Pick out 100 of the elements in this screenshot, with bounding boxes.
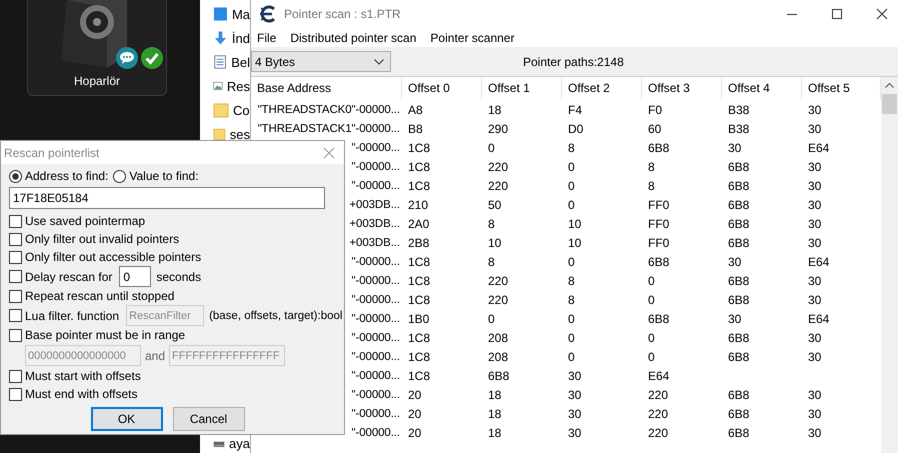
table-cell-text: B8 [407,122,424,136]
table-cell-text: D0 [567,122,584,136]
table-cell: "-00000... [352,388,400,400]
desktop-icon [213,6,228,22]
table-cell-text: 6B8 [647,312,670,326]
column-header[interactable]: Base Address [251,77,402,100]
checkbox[interactable] [9,214,22,228]
scroll-up-icon[interactable] [885,83,894,88]
explorer-item[interactable]: Co [233,102,250,118]
explorer-item[interactable]: ses [230,126,250,142]
checkbox[interactable] [9,370,22,382]
table-cell-text: 1C8 [407,140,432,154]
radio-label[interactable]: Value to find: [129,169,199,183]
table-cell-text: 30 [807,388,822,402]
column-header[interactable]: Offset 4 [722,77,802,100]
table-cell-text: 220 [487,160,510,174]
table-cell-text: 18 [487,406,502,420]
table-cell-text: 0 [567,160,576,174]
scrollbar[interactable] [881,77,898,453]
table-cell-text: 220 [647,388,670,402]
explorer-item[interactable]: Res [226,78,250,94]
table-cell-text: 30 [807,406,822,420]
table-cell-text: 220 [487,292,510,306]
table-cell-text: 30 [567,406,582,420]
table-cell-text: 0 [647,292,656,306]
download-icon [213,30,228,46]
checkbox-label[interactable]: Only filter out accessible pointers [25,250,202,264]
radio-button[interactable] [113,170,126,182]
close-icon[interactable] [876,8,888,20]
table-cell-text: 8 [647,160,656,174]
table-cell-text: 20 [407,406,422,420]
table-cell-text: 30 [567,388,582,402]
table-cell-text: 0 [647,350,656,364]
delay-field[interactable]: 0 [119,266,152,287]
table-cell-text: 6B8 [647,140,670,154]
scrollbar-thumb[interactable] [882,94,897,114]
column-header[interactable]: Offset 3 [642,77,722,100]
explorer-item[interactable]: İnd [232,30,250,46]
table-cell-text: 220 [647,406,670,420]
checkbox-label[interactable]: Base pointer must be in range [25,328,186,342]
maximize-icon[interactable] [831,8,843,20]
range-joiner: and [145,348,166,362]
table-cell-text: 1C8 [407,330,432,344]
table-cell-text: 6B8 [727,406,750,420]
explorer-item[interactable]: aya [229,436,250,451]
table-cell-text: 30 [567,368,582,382]
ok-button[interactable]: OK [90,407,162,431]
table-cell-text: 18 [487,426,502,440]
menu-item[interactable]: Pointer scanner [430,30,514,44]
table-cell: "-00000... [352,332,400,344]
table-cell-text: 6B8 [727,198,750,212]
table-cell-text: A8 [407,102,424,116]
checkbox[interactable] [9,232,22,246]
table-cell-text: 6B8 [727,236,750,250]
table-cell-text: 6B8 [727,388,750,402]
address-field[interactable]: 17F18E05184 [9,187,325,209]
explorer-item[interactable]: Ma [232,6,250,22]
table-cell-text: 20 [407,388,422,402]
checkbox-label[interactable]: Use saved pointermap [25,214,146,228]
table-cell-text: 8 [567,140,576,154]
speaker-tile[interactable]: Hoparlör [27,0,167,96]
checkbox-label[interactable]: Only filter out invalid pointers [25,232,180,246]
checkbox-label[interactable]: Repeat rescan until stopped [25,289,174,303]
checkbox[interactable] [9,388,22,400]
checkbox[interactable] [9,290,22,302]
check-icon [141,47,163,69]
table-cell-text: 2A0 [407,216,430,230]
checkbox[interactable] [9,328,22,342]
type-dropdown[interactable]: 4 Bytes [251,51,391,72]
radio-label[interactable]: Address to find: [25,169,108,183]
menu-item[interactable]: File [257,30,276,44]
checkbox-label[interactable]: Must start with offsets [25,369,141,383]
column-header[interactable]: Offset 2 [562,77,642,100]
checkbox-label[interactable]: Delay rescan for [25,270,112,284]
checkbox[interactable] [9,250,22,264]
table-cell-text: 1B0 [407,312,430,326]
unit-label: seconds [156,270,202,284]
table-cell-text: 208 [487,350,510,364]
table-cell-text: 60 [647,122,662,136]
explorer-item[interactable]: Bel [231,54,250,70]
dialog-title: Rescan pointerlist [4,146,100,160]
checkbox-label[interactable]: Must end with offsets [25,387,138,401]
table-cell-text: 30 [807,350,822,364]
column-header[interactable]: Offset 0 [402,77,482,100]
table-cell: "-00000... [352,294,400,306]
cancel-button[interactable]: Cancel [172,407,244,431]
checkbox-label[interactable]: Lua filter. function [25,308,120,322]
table-cell-text: 20 [407,426,422,440]
checkbox[interactable] [9,309,22,322]
table-cell-text: E64 [807,312,830,326]
table-cell-text: 2B8 [407,236,430,250]
radio-button[interactable] [9,170,22,182]
checkbox[interactable] [9,270,22,283]
table-cell: "-00000... [352,408,400,420]
table-cell: "-00000... [352,426,400,438]
column-header[interactable]: Offset 1 [482,77,562,100]
table-cell-text: 1C8 [407,350,432,364]
menu-item[interactable]: Distributed pointer scan [290,30,416,44]
table-cell-text: FF0 [647,198,670,212]
table-cell-text: 30 [807,160,822,174]
